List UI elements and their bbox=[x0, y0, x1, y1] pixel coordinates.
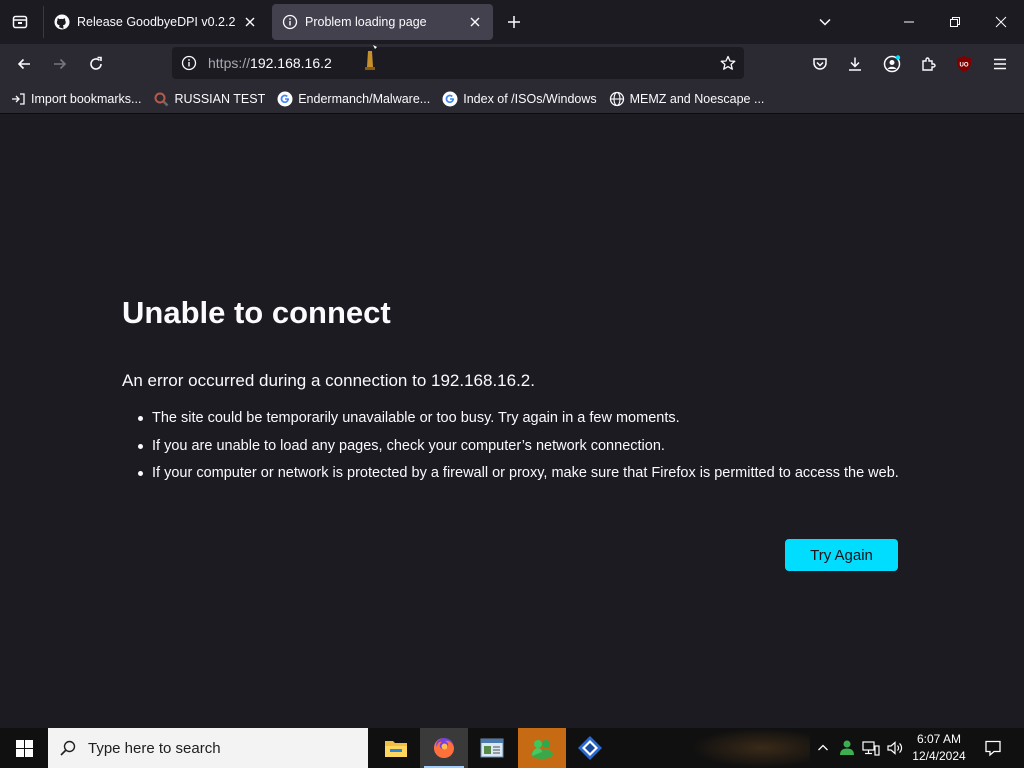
close-window-button[interactable] bbox=[978, 0, 1024, 44]
clock-date: 12/4/2024 bbox=[912, 749, 966, 763]
firefox-view-button[interactable] bbox=[0, 0, 40, 44]
tab-title: Release GoodbyeDPI v0.2.2 · ValdikSS bbox=[77, 15, 236, 29]
bookmark-label: RUSSIAN TEST bbox=[174, 91, 266, 106]
svg-text:UO: UO bbox=[960, 63, 969, 69]
error-page: Unable to connect An error occurred duri… bbox=[0, 115, 1024, 728]
import-icon bbox=[10, 91, 26, 107]
globe-icon bbox=[609, 91, 625, 107]
tab-title: Problem loading page bbox=[305, 15, 427, 29]
google-icon bbox=[442, 91, 458, 107]
close-tab-icon[interactable] bbox=[467, 14, 483, 30]
blue-app-icon[interactable] bbox=[566, 728, 614, 768]
taskbar-search-box[interactable]: Type here to search bbox=[48, 728, 368, 768]
search-placeholder: Type here to search bbox=[88, 739, 221, 757]
restore-button[interactable] bbox=[932, 0, 978, 44]
reload-button[interactable] bbox=[82, 50, 110, 78]
tab-problem-loading[interactable]: Problem loading page bbox=[272, 4, 493, 40]
cursor-pointer-icon bbox=[362, 43, 380, 78]
notepad-icon[interactable] bbox=[468, 728, 516, 768]
bookmark-label: Index of /ISOs/Windows bbox=[463, 91, 597, 106]
error-suggestions: The site could be temporarily unavailabl… bbox=[138, 408, 908, 491]
account-icon[interactable] bbox=[878, 50, 906, 78]
bookmark-star-icon[interactable] bbox=[718, 53, 738, 73]
address-bar[interactable]: https://192.168.16.2 bbox=[172, 45, 744, 79]
windows-taskbar: Type here to search 6:07 AM 12/4/2024 bbox=[0, 728, 1024, 768]
clock-time: 6:07 AM bbox=[916, 732, 962, 746]
try-again-button[interactable]: Try Again bbox=[785, 539, 898, 571]
windows-logo-icon bbox=[15, 739, 33, 757]
pocket-icon[interactable] bbox=[806, 50, 834, 78]
github-icon bbox=[54, 14, 70, 30]
error-title: Unable to connect bbox=[122, 295, 391, 330]
url-host: 192.168.16.2 bbox=[250, 55, 332, 71]
close-tab-icon[interactable] bbox=[242, 14, 258, 30]
wallpaper-area bbox=[690, 728, 810, 768]
back-button[interactable] bbox=[10, 50, 38, 78]
bookmarks-toolbar: Import bookmarks... RUSSIAN TEST Enderma… bbox=[0, 84, 1024, 114]
info-icon bbox=[282, 14, 298, 30]
bookmark-memz[interactable]: MEMZ and Noescape ... bbox=[609, 91, 765, 107]
firefox-icon[interactable] bbox=[420, 728, 468, 768]
bookmark-russian-test[interactable]: RUSSIAN TEST bbox=[153, 91, 265, 107]
start-button[interactable] bbox=[0, 728, 48, 768]
url-text[interactable]: https://192.168.16.2 bbox=[208, 55, 332, 71]
notifications-icon[interactable] bbox=[978, 728, 1008, 768]
file-explorer-icon[interactable] bbox=[372, 728, 420, 768]
site-info-icon[interactable] bbox=[174, 55, 204, 71]
google-icon bbox=[277, 91, 293, 107]
bookmark-label: Import bookmarks... bbox=[31, 91, 142, 106]
magnifier-icon bbox=[153, 91, 169, 107]
bookmark-endermanch[interactable]: Endermanch/Malware... bbox=[277, 91, 430, 107]
list-item: If you are unable to load any pages, che… bbox=[138, 436, 908, 456]
list-all-tabs-button[interactable] bbox=[802, 0, 848, 44]
volume-icon[interactable] bbox=[884, 728, 906, 768]
ublock-origin-icon[interactable]: UO bbox=[950, 50, 978, 78]
extensions-icon[interactable] bbox=[914, 50, 942, 78]
forward-button[interactable] bbox=[46, 50, 74, 78]
green-people-icon[interactable] bbox=[518, 728, 566, 768]
bookmark-label: MEMZ and Noescape ... bbox=[629, 91, 765, 106]
error-description: An error occurred during a connection to… bbox=[122, 371, 535, 390]
new-tab-button[interactable] bbox=[502, 10, 526, 34]
list-item: The site could be temporarily unavailabl… bbox=[138, 408, 908, 428]
firefox-window: Release GoodbyeDPI v0.2.2 · ValdikSS Pro… bbox=[0, 0, 1024, 728]
bookmark-label: Endermanch/Malware... bbox=[298, 91, 431, 106]
url-protocol: https:// bbox=[208, 55, 251, 71]
show-hidden-icons-chevron-icon[interactable] bbox=[814, 728, 832, 768]
list-item: If your computer or network is protected… bbox=[138, 463, 908, 483]
network-icon[interactable] bbox=[860, 728, 882, 768]
system-clock[interactable]: 6:07 AM 12/4/2024 bbox=[905, 731, 973, 765]
bookmark-import[interactable]: Import bookmarks... bbox=[10, 91, 141, 107]
search-icon bbox=[48, 739, 88, 757]
downloads-icon[interactable] bbox=[841, 50, 869, 78]
minimize-button[interactable] bbox=[886, 0, 932, 44]
menu-hamburger-icon[interactable] bbox=[986, 50, 1014, 78]
people-tray-icon[interactable] bbox=[836, 728, 858, 768]
bookmark-isos-windows[interactable]: Index of /ISOs/Windows bbox=[442, 91, 597, 107]
tab-goodbyedpi[interactable]: Release GoodbyeDPI v0.2.2 · ValdikSS bbox=[44, 4, 268, 40]
